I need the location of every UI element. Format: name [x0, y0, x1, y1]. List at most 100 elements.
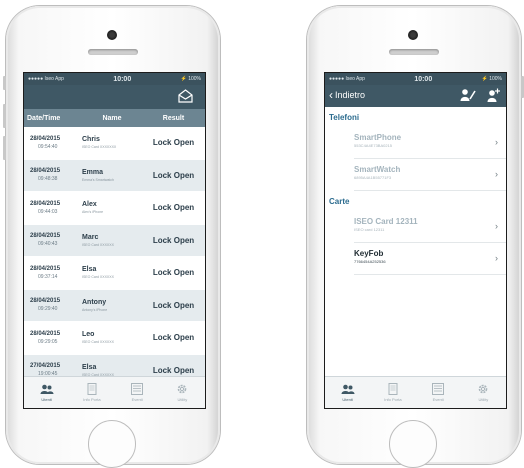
list-item-smartphone[interactable]: SmartPhone 553C4A4E73BA0215 ›: [354, 127, 506, 159]
mute-switch: [3, 76, 6, 90]
row-date: 27/04/2015: [30, 363, 61, 370]
status-bar: ●●●●● Iseo App 10:00 ⚡ 100%: [24, 73, 205, 85]
tab-label: Eventi: [432, 397, 444, 402]
users-icon: [341, 384, 355, 394]
row-time: 09:40:43: [38, 241, 58, 248]
door-icon: [87, 383, 97, 395]
door-icon: [388, 383, 398, 395]
item-id: 6895A4A1B55771F3: [354, 175, 392, 180]
item-title: KeyFob: [354, 249, 384, 258]
mail-open-icon[interactable]: [178, 89, 193, 108]
tab-bar: Utenti Info Porta Eventi Utility: [325, 376, 506, 408]
row-name: Emma: [82, 168, 104, 176]
row-device: Antony's iPhone: [82, 307, 108, 312]
row-date: 28/04/2015: [30, 330, 61, 337]
gear-icon: [479, 384, 488, 394]
left-phone: ●●●●● Iseo App 10:00 ⚡ 100% Date/Time Na…: [3, 6, 220, 468]
chevron-right-icon: ›: [495, 169, 498, 179]
add-user-icon[interactable]: [486, 88, 500, 102]
table-row[interactable]: 28/04/2015 09:54:40 Chris ISEO Card XXXXXX…: [24, 127, 205, 160]
row-date: 28/04/2015: [30, 298, 61, 305]
row-name: Leo: [82, 331, 95, 339]
row-result: Lock Open: [152, 235, 195, 245]
table-row[interactable]: 28/04/2015 09:48:38 Emma Emma's Smartwatch…: [24, 159, 205, 192]
row-device: Alex's iPhone: [82, 210, 104, 215]
home-button[interactable]: [88, 420, 136, 468]
back-button[interactable]: ‹ Indietro: [329, 89, 366, 101]
row-date: 28/04/2015: [30, 200, 61, 207]
row-name: Chris: [82, 136, 100, 144]
row-name: Elsa: [82, 266, 97, 274]
table-row[interactable]: 28/04/2015 09:29:05 Leo ISEO Card XXXXXX L…: [24, 322, 205, 355]
col-header-result[interactable]: Result: [142, 115, 205, 122]
row-date: 28/04/2015: [30, 233, 61, 240]
tab-bar: Utenti Info Porta Eventi Utility: [24, 376, 205, 408]
row-time: 09:37:14: [38, 273, 58, 280]
tab-label: Eventi: [131, 397, 143, 402]
tab-label: Utility: [177, 397, 188, 402]
col-header-name[interactable]: Name: [82, 115, 142, 122]
row-date: 28/04/2015: [30, 135, 61, 142]
col-header-datetime[interactable]: Date/Time: [24, 115, 82, 122]
tab-utenti[interactable]: Utenti: [24, 377, 69, 408]
battery-label: ⚡ 100%: [481, 76, 502, 82]
status-bar: ●●●●● Iseo App 10:00 ⚡ 100%: [325, 73, 506, 85]
events-icon: [131, 383, 144, 395]
table-row[interactable]: 28/04/2015 09:40:43 Marc ISEO Card XXXXXX …: [24, 224, 205, 257]
tab-label: Utenti: [342, 396, 353, 402]
list-item-keyfob[interactable]: KeyFob 7766454A252536 ›: [354, 243, 506, 275]
item-title: ISEO Card 12311: [354, 217, 418, 226]
tab-utility[interactable]: Utility: [461, 377, 506, 408]
tab-info-porta[interactable]: Info Porta: [370, 377, 415, 408]
right-screen: ●●●●● Iseo App 10:00 ⚡ 100% ‹ Indietro T…: [324, 72, 507, 409]
tab-label: Info Porta: [384, 397, 402, 402]
tab-label: Info Porta: [83, 397, 101, 402]
row-name: Elsa: [82, 363, 97, 371]
row-name: Antony: [82, 298, 107, 306]
edit-user-icon[interactable]: [460, 88, 476, 102]
row-time: 09:29:05: [38, 338, 58, 345]
list-item-iseo-card[interactable]: ISEO Card 12311 ISEO card 12311 ›: [354, 211, 506, 243]
tab-label: Utenti: [41, 396, 52, 402]
table-row[interactable]: 28/04/2015 09:44:03 Alex Alex's iPhone Loc…: [24, 192, 205, 225]
tab-label: Utility: [478, 397, 489, 402]
front-camera: [107, 30, 117, 40]
row-device: ISEO Card XXXXXX: [82, 275, 114, 280]
item-id: 7766454A252536: [354, 259, 386, 264]
row-time: 09:44:03: [38, 208, 58, 215]
row-device: ISEO Card XXXXXX: [82, 340, 114, 345]
nav-bar: ‹ Indietro: [325, 85, 506, 107]
earpiece-speaker: [389, 49, 439, 55]
list-item-smartwatch[interactable]: SmartWatch 6895A4A1B55771F3 ›: [354, 159, 506, 191]
row-date: 28/04/2015: [30, 265, 61, 272]
chevron-right-icon: ›: [495, 137, 498, 147]
tab-eventi[interactable]: Eventi: [416, 377, 461, 408]
row-device: ISEO Card XXXXXX: [82, 242, 114, 247]
gear-icon: [178, 384, 187, 394]
table-row[interactable]: 28/04/2015 09:37:14 Elsa ISEO Card XXXXXX …: [24, 257, 205, 290]
event-list: 28/04/2015 09:54:40 Chris ISEO Card XXXXXX…: [24, 127, 205, 387]
table-row[interactable]: 28/04/2015 09:29:40 Antony Antony's iPhone…: [24, 289, 205, 322]
back-label: Indietro: [335, 90, 366, 100]
chevron-right-icon: ›: [495, 221, 498, 231]
clock: 10:00: [414, 75, 433, 83]
table-header: Date/Time Name Result: [24, 109, 205, 127]
section-title-carte: Carte: [329, 197, 350, 206]
home-button[interactable]: [389, 420, 437, 468]
volume-up-button: [3, 104, 6, 128]
left-screen: ●●●●● Iseo App 10:00 ⚡ 100% Date/Time Na…: [23, 72, 206, 409]
tab-eventi[interactable]: Eventi: [115, 377, 160, 408]
tab-utenti[interactable]: Utenti: [325, 377, 370, 408]
row-name: Alex: [82, 201, 97, 209]
row-name: Marc: [82, 233, 99, 241]
nav-actions: [460, 88, 500, 102]
right-phone: ●●●●● Iseo App 10:00 ⚡ 100% ‹ Indietro T…: [307, 6, 524, 468]
row-result: Lock Open: [152, 170, 195, 180]
tab-utility[interactable]: Utility: [160, 377, 205, 408]
row-result: Lock Open: [152, 203, 195, 213]
item-id: ISEO card 12311: [354, 227, 385, 232]
nav-bar: [24, 85, 205, 109]
row-device: Emma's Smartwatch: [82, 177, 114, 182]
tab-info-porta[interactable]: Info Porta: [69, 377, 114, 408]
battery-label: ⚡ 100%: [180, 76, 201, 82]
